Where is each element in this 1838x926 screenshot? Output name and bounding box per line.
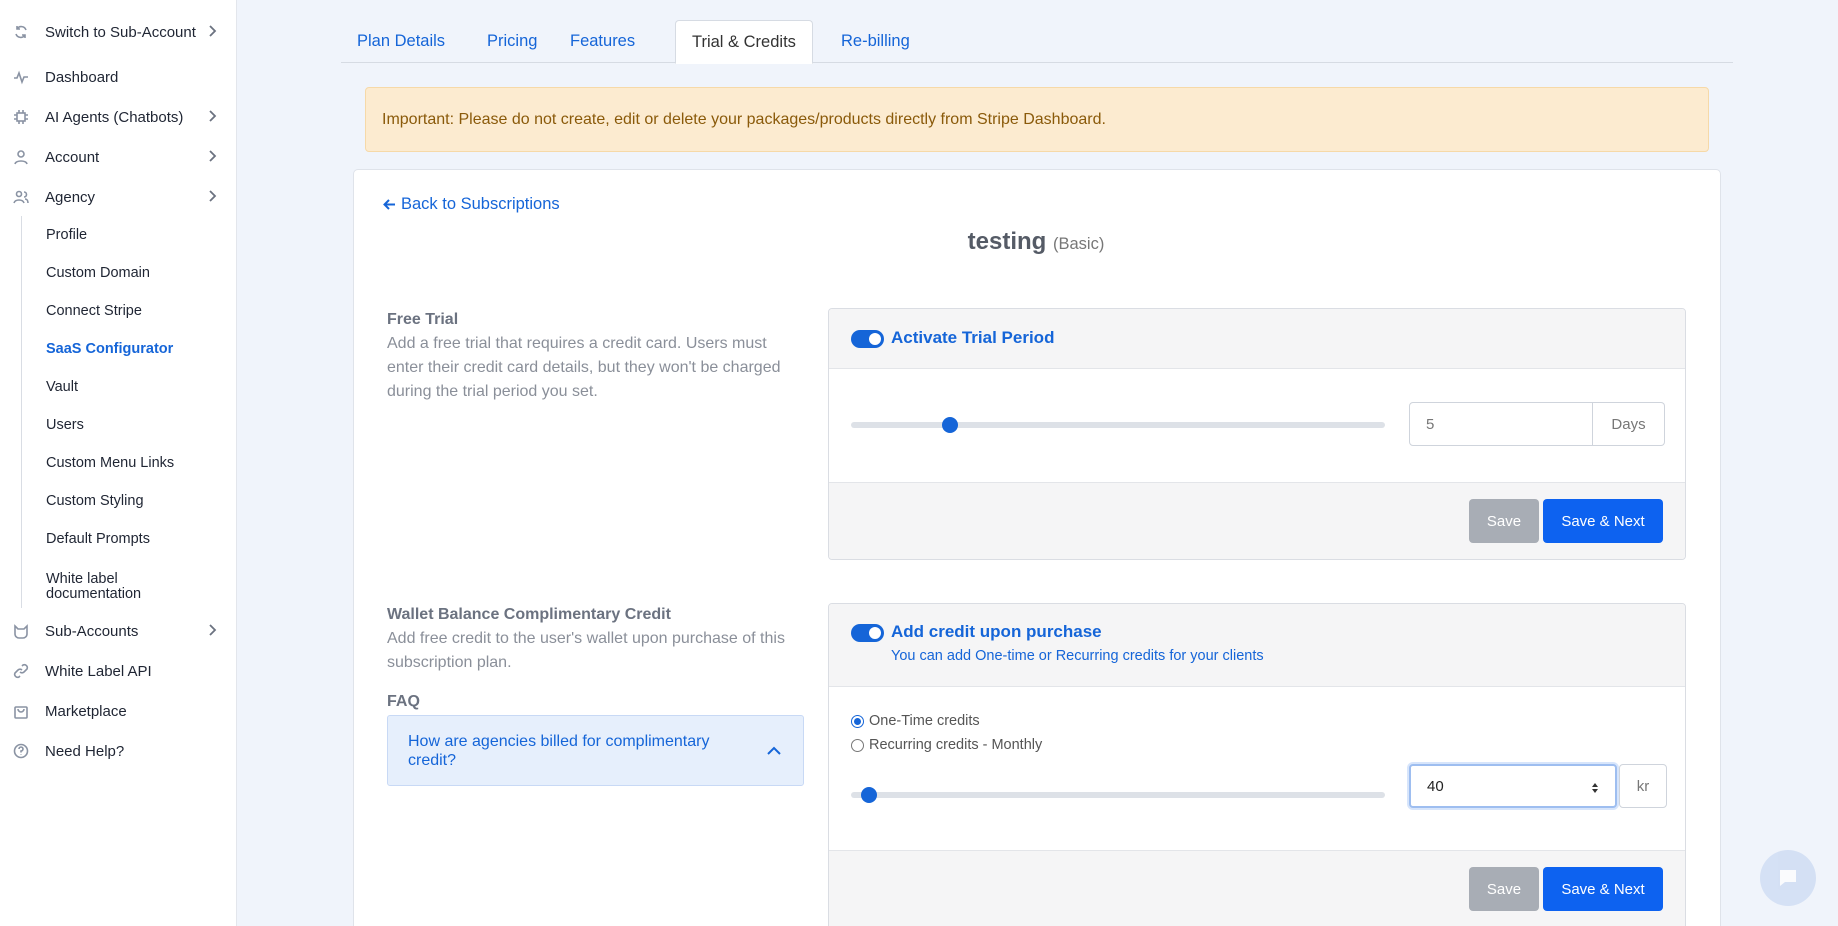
users-icon (12, 188, 30, 206)
sidebar-item-label: AI Agents (Chatbots) (45, 108, 184, 126)
plan-tier: (Basic) (1053, 235, 1105, 253)
sidebar-subitem-custom-styling[interactable]: Custom Styling (46, 494, 144, 509)
chevron-up-icon (765, 742, 783, 765)
sidebar-subitem-custom-domain[interactable]: Custom Domain (46, 266, 150, 281)
spinner-arrows-icon[interactable] (1591, 782, 1599, 794)
sidebar: Switch to Sub-Account Dashboard AI Agent… (0, 0, 237, 926)
sidebar-subitem-white-label-docs[interactable]: White label documentation (46, 572, 186, 602)
plan-name: testing (967, 228, 1047, 255)
chevron-right-icon (205, 24, 221, 40)
trial-slider-thumb[interactable] (942, 417, 958, 433)
refresh-icon (12, 23, 30, 41)
tab-features[interactable]: Features (554, 20, 651, 63)
arrow-left-icon (383, 199, 395, 210)
sidebar-item-agency[interactable]: Agency (0, 181, 237, 213)
trial-days-slider[interactable] (851, 417, 1385, 433)
credit-amount-slider[interactable] (851, 787, 1385, 803)
sidebar-subitem-saas-configurator[interactable]: SaaS Configurator (46, 342, 173, 357)
back-link-label: Back to Subscriptions (401, 195, 560, 213)
tab-plan-details[interactable]: Plan Details (341, 20, 461, 63)
trial-save-next-button[interactable]: Save & Next (1543, 499, 1663, 543)
sidebar-item-label: Dashboard (45, 68, 119, 86)
submenu-divider (21, 216, 22, 608)
activate-trial-toggle[interactable] (851, 330, 884, 348)
sidebar-item-white-label-api[interactable]: White Label API (0, 655, 237, 687)
chevron-right-icon (205, 109, 221, 125)
bag-icon (12, 702, 30, 720)
sidebar-item-dashboard[interactable]: Dashboard (0, 61, 237, 93)
sidebar-subitem-vault[interactable]: Vault (46, 380, 78, 395)
tab-bar: Plan Details Pricing Features Trial & Cr… (341, 20, 1733, 64)
radio-one-time-credits[interactable]: One-Time credits (851, 713, 980, 729)
wallet-credit-description: Add free credit to the user's wallet upo… (387, 630, 785, 671)
tab-re-billing[interactable]: Re-billing (825, 20, 926, 63)
trial-panel: Activate Trial Period 5 Days Save Save &… (828, 308, 1686, 560)
chevron-right-icon (205, 623, 221, 639)
credit-panel-header: Add credit upon purchase You can add One… (829, 604, 1685, 687)
credit-panel-footer: Save Save & Next (829, 850, 1685, 926)
add-credit-label: Add credit upon purchase (891, 622, 1102, 641)
activate-trial-label: Activate Trial Period (891, 328, 1055, 347)
chat-widget-button[interactable] (1760, 850, 1816, 906)
sidebar-item-marketplace[interactable]: Marketplace (0, 695, 237, 727)
radio-recurring-credits[interactable]: Recurring credits - Monthly (851, 737, 1042, 753)
activity-icon (12, 68, 30, 86)
credit-amount-input[interactable]: 40 (1409, 764, 1617, 808)
trial-days-input[interactable]: 5 (1409, 402, 1593, 446)
sidebar-item-label: Sub-Accounts (45, 622, 139, 640)
sidebar-item-sub-accounts[interactable]: Sub-Accounts (0, 615, 237, 647)
add-credit-hint: You can add One-time or Recurring credit… (891, 648, 1264, 664)
sidebar-item-switch-sub-account[interactable]: Switch to Sub-Account (0, 16, 237, 48)
chevron-right-icon (205, 189, 221, 205)
sidebar-item-label: White Label API (45, 662, 152, 680)
trial-save-button[interactable]: Save (1469, 499, 1539, 543)
sidebar-item-label: Marketplace (45, 702, 127, 720)
trial-days-input-group: 5 Days (1409, 402, 1665, 446)
sidebar-item-label: Agency (45, 188, 96, 206)
sidebar-subitem-default-prompts[interactable]: Default Prompts (46, 532, 150, 547)
credit-save-button[interactable]: Save (1469, 867, 1539, 911)
stripe-warning-alert: Important: Please do not create, edit or… (365, 87, 1709, 152)
plan-title: testing (Basic) (0, 228, 1838, 256)
trial-days-unit: Days (1593, 402, 1665, 446)
faq-accordion-item[interactable]: How are agencies billed for complimentar… (387, 715, 804, 786)
free-trial-description: Add a free trial that requires a credit … (387, 335, 781, 400)
tab-pricing[interactable]: Pricing (471, 20, 553, 63)
add-credit-toggle[interactable] (851, 624, 884, 642)
sidebar-item-label: Switch to Sub-Account (45, 23, 196, 41)
sidebar-item-label: Account (45, 148, 100, 166)
sidebar-item-label: Need Help? (45, 742, 125, 760)
chat-icon (1780, 870, 1796, 886)
sidebar-subitem-users[interactable]: Users (46, 418, 84, 433)
radio-label: Recurring credits - Monthly (869, 737, 1043, 753)
cat-icon (12, 622, 30, 640)
sidebar-subitem-connect-stripe[interactable]: Connect Stripe (46, 304, 142, 319)
sidebar-item-ai-agents[interactable]: AI Agents (Chatbots) (0, 101, 237, 133)
chevron-right-icon (205, 149, 221, 165)
free-trial-label: Free Trial (387, 311, 459, 328)
credit-slider-thumb[interactable] (861, 787, 877, 803)
trial-panel-footer: Save Save & Next (829, 482, 1685, 559)
radio-dot-selected (851, 714, 864, 728)
trial-panel-header: Activate Trial Period (829, 309, 1685, 369)
faq-question: How are agencies billed for complimentar… (408, 733, 710, 769)
sidebar-item-need-help[interactable]: Need Help? (0, 735, 237, 767)
help-icon (12, 742, 30, 760)
wallet-credit-label: Wallet Balance Complimentary Credit (387, 606, 671, 623)
faq-title: FAQ (387, 693, 420, 710)
user-icon (12, 148, 30, 166)
radio-label: One-Time credits (869, 713, 980, 729)
credit-amount-input-group: 40 kr (1409, 764, 1667, 808)
link-icon (12, 662, 30, 680)
tab-trial-credits[interactable]: Trial & Credits (675, 20, 813, 64)
credit-save-next-button[interactable]: Save & Next (1543, 867, 1663, 911)
credit-panel: Add credit upon purchase You can add One… (828, 603, 1686, 926)
radio-dot (851, 738, 864, 752)
back-to-subscriptions-link[interactable]: Back to Subscriptions (383, 195, 560, 214)
sidebar-item-account[interactable]: Account (0, 141, 237, 173)
chip-icon (12, 108, 30, 126)
sidebar-subitem-custom-menu-links[interactable]: Custom Menu Links (46, 456, 174, 471)
credit-amount-value: 40 (1427, 777, 1444, 795)
credit-currency-unit: kr (1619, 764, 1667, 808)
